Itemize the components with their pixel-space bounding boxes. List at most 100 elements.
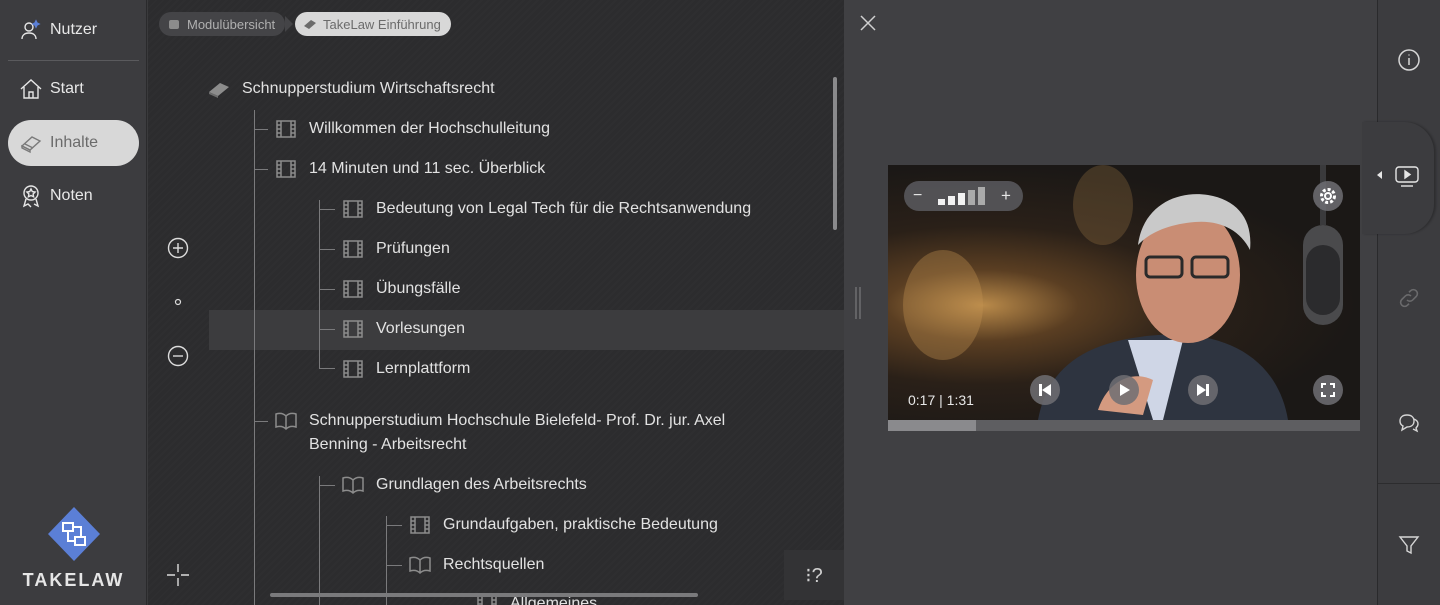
tree-node-label: Übungsfälle: [376, 280, 461, 297]
tree-line: [386, 525, 402, 526]
tree-node-label: Rechtsquellen: [443, 556, 545, 573]
tree-line: [386, 516, 387, 605]
tree-node[interactable]: Grundlagen des Arbeitsrechts: [342, 465, 587, 505]
film-icon: [342, 239, 364, 259]
tree-line: [319, 200, 320, 369]
close-button[interactable]: [859, 14, 879, 34]
tree-node[interactable]: Willkommen der Hochschulleitung: [275, 109, 550, 149]
book-icon: [18, 130, 44, 156]
tree-line: [319, 249, 335, 250]
book-icon: [304, 20, 316, 29]
nav-item-noten[interactable]: Noten: [8, 173, 139, 219]
tree-node-label-line2: Benning - Arbeitsrecht: [309, 436, 467, 453]
skip-forward-icon: [1197, 384, 1209, 396]
zoom-in-button[interactable]: [166, 236, 190, 260]
skip-back-icon: [1039, 384, 1051, 396]
help-icon: ⁝?: [805, 564, 823, 587]
tree-node[interactable]: Schnupperstudium Wirtschaftsrecht: [208, 69, 495, 109]
award-icon: [18, 183, 44, 209]
tree-line: [319, 485, 335, 486]
tree-node[interactable]: Prüfungen: [342, 229, 450, 269]
user-icon: [18, 17, 44, 43]
settings-button[interactable]: [1313, 181, 1343, 211]
film-icon: [342, 359, 364, 379]
tree-node-label: Grundaufgaben, praktische Bedeutung: [443, 516, 718, 533]
tree-line: [319, 329, 335, 330]
filter-button[interactable]: [1396, 532, 1422, 558]
play-icon: [1120, 384, 1130, 396]
comments-button[interactable]: [1396, 409, 1422, 435]
volume-up-button[interactable]: +: [1001, 186, 1011, 206]
modules-icon: [169, 20, 179, 29]
next-button[interactable]: [1188, 375, 1218, 405]
volume-control[interactable]: − +: [904, 181, 1023, 211]
tree-node[interactable]: Rechtsquellen: [409, 545, 544, 585]
vertical-scrollbar[interactable]: [833, 77, 837, 230]
video-progress-fill: [888, 420, 977, 431]
center-view-button[interactable]: [166, 563, 190, 587]
panel-resize-handle[interactable]: [854, 287, 862, 319]
tree-node[interactable]: Grundaufgaben, praktische Bedeutung: [409, 505, 718, 545]
info-icon: [1398, 49, 1420, 71]
film-icon: [342, 319, 364, 339]
film-icon: [409, 515, 431, 535]
tree-node[interactable]: Lernplattform: [342, 349, 470, 389]
fullscreen-button[interactable]: [1313, 375, 1343, 405]
breadcrumb-current-label: TakeLaw Einführung: [323, 16, 441, 32]
tree-node[interactable]: Schnupperstudium Hochschule Bielefeld- P…: [275, 409, 725, 457]
breadcrumb-current[interactable]: TakeLaw Einführung: [295, 12, 451, 36]
tree-line: [319, 289, 335, 290]
tree-node-label: 14 Minuten und 11 sec. Überblick: [309, 160, 546, 177]
video-player[interactable]: − + 0:17 | 1:31: [888, 165, 1360, 431]
close-icon: [860, 15, 876, 31]
tree-node-label: Prüfungen: [376, 240, 450, 257]
crosshair-icon: [167, 564, 189, 586]
help-button[interactable]: ⁝?: [784, 550, 844, 600]
film-icon: [275, 159, 297, 179]
nav-item-start[interactable]: Start: [8, 66, 139, 112]
open-book-icon: [275, 411, 297, 431]
tree-line: [386, 565, 402, 566]
dot-icon: [174, 298, 182, 306]
tree-node-label: Bedeutung von Legal Tech für die Rechtsa…: [376, 200, 752, 217]
tree-line: [254, 169, 268, 170]
nav-divider: [8, 60, 139, 61]
minus-circle-icon: [167, 345, 189, 367]
breadcrumb-modules-label: Modulübersicht: [187, 16, 276, 32]
nav-item-inhalte[interactable]: Inhalte: [8, 120, 139, 166]
film-icon: [342, 279, 364, 299]
zoom-out-button[interactable]: [166, 344, 190, 368]
video-progress-bar[interactable]: [888, 420, 1360, 431]
video-time: 0:17 | 1:31: [908, 392, 974, 408]
tree-line: [319, 209, 335, 210]
play-button[interactable]: [1109, 375, 1139, 405]
tree-node[interactable]: Übungsfälle: [342, 269, 461, 309]
gear-icon: [1320, 188, 1336, 204]
tree-node-label: Grundlagen des Arbeitsrechts: [376, 476, 587, 493]
tree-node-selected[interactable]: Vorlesungen: [342, 309, 465, 349]
content-tree-panel: Modulübersicht TakeLaw Einführung Schnup…: [148, 0, 844, 605]
nav-user[interactable]: Nutzer: [8, 7, 139, 53]
previous-button[interactable]: [1030, 375, 1060, 405]
breadcrumb-modules[interactable]: Modulübersicht: [159, 12, 294, 36]
right-sidebar: [1377, 0, 1440, 605]
link-button[interactable]: [1396, 285, 1422, 311]
tree-node[interactable]: 14 Minuten und 11 sec. Überblick: [275, 149, 545, 189]
home-icon: [18, 76, 44, 102]
takelaw-logo: [0, 505, 147, 568]
tree-node-label-multiline: Schnupperstudium Hochschule Bielefeld- P…: [309, 409, 725, 457]
video-tab[interactable]: [1362, 122, 1434, 234]
open-book-icon: [409, 555, 431, 575]
selected-row-highlight: [209, 310, 844, 350]
logo-text: TAKELAW: [22, 570, 125, 590]
volume-down-button[interactable]: −: [913, 187, 922, 205]
horizontal-scrollbar[interactable]: [270, 593, 698, 597]
sidebar-divider: [1378, 483, 1440, 484]
tree-line: [319, 476, 320, 605]
video-screen-icon: [1395, 166, 1419, 187]
film-icon: [275, 119, 297, 139]
zoom-reset-button[interactable]: [166, 290, 190, 314]
info-button[interactable]: [1396, 47, 1422, 73]
tree-line: [254, 421, 268, 422]
tree-node[interactable]: Bedeutung von Legal Tech für die Rechtsa…: [342, 189, 751, 229]
